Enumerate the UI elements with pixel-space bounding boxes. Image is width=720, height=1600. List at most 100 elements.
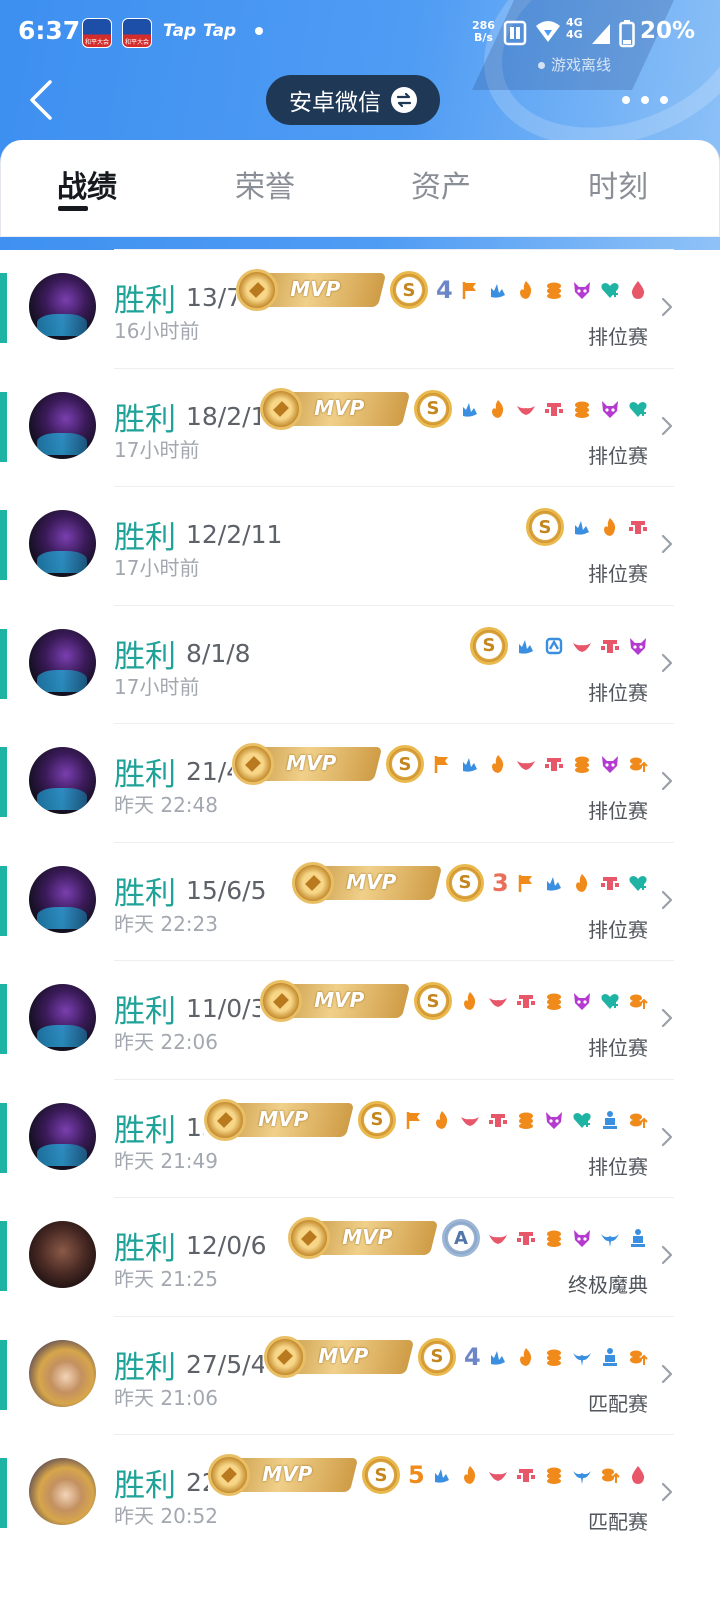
- mvp-label: MVP: [346, 869, 397, 894]
- hero-avatar: [29, 1458, 96, 1525]
- tower-icon: [544, 399, 564, 419]
- heart-icon: [628, 399, 648, 419]
- hero-avatar: [29, 1339, 96, 1407]
- game-mode: 排位赛: [588, 325, 648, 349]
- more-options-icon[interactable]: [622, 85, 668, 115]
- rank-s-medal-icon: S: [414, 982, 452, 1020]
- demon-icon: [572, 991, 592, 1011]
- divider: [114, 367, 674, 369]
- achievement-badges: MVP S: [260, 387, 648, 430]
- chevron-right-icon[interactable]: [660, 1245, 674, 1265]
- tower-icon: [516, 1228, 536, 1248]
- tab-record[interactable]: 战绩: [57, 162, 117, 206]
- mvp-medal-icon: [292, 861, 334, 904]
- chevron-right-icon[interactable]: [660, 771, 674, 791]
- match-time: 昨天 22:48: [114, 793, 218, 817]
- statue-icon: [628, 1228, 648, 1248]
- wing-icon: [460, 1110, 480, 1130]
- account-switch-button[interactable]: 安卓微信: [266, 75, 440, 125]
- achievement-badges: MVP S: [260, 980, 648, 1022]
- achievement-badges: S: [522, 506, 648, 548]
- tower-icon: [516, 1465, 536, 1485]
- mvp-label: MVP: [318, 1343, 369, 1368]
- coins-icon: [572, 754, 592, 774]
- rank-grade: S: [476, 632, 502, 659]
- multi-kill-count: 4: [464, 1342, 481, 1371]
- match-row[interactable]: 胜利 12/2/11 S 17小时前 排位赛: [0, 486, 720, 605]
- heart-icon: [572, 1110, 592, 1130]
- chevron-right-icon[interactable]: [660, 297, 674, 317]
- mobile-network: 4G 4G: [566, 16, 583, 41]
- app-notification-icon: 和平大会: [122, 18, 152, 48]
- demon-icon: [628, 636, 648, 656]
- mvp-label: MVP: [314, 395, 365, 420]
- chevron-right-icon[interactable]: [660, 534, 674, 554]
- network-speed: 286 B/s: [472, 19, 495, 44]
- match-row[interactable]: 胜利 18/2/14 MVP S 17小时前 排位赛: [0, 367, 720, 487]
- match-result: 胜利: [114, 283, 176, 319]
- rank-s-medal-icon: S: [414, 389, 452, 428]
- game-mode: 排位赛: [588, 1154, 648, 1179]
- coinup-icon: [628, 991, 648, 1011]
- win-indicator: [0, 1339, 7, 1410]
- mvp-badge: MVP: [292, 861, 443, 904]
- match-time: 昨天 21:49: [114, 1148, 218, 1173]
- bird-icon: [600, 1228, 620, 1248]
- mvp-medal-icon: [260, 387, 302, 430]
- match-result: 胜利: [114, 1468, 176, 1504]
- battery-icon: [619, 20, 635, 48]
- match-row[interactable]: 胜利 15/0/ MVPS 昨天 21:49 排位赛: [0, 1078, 720, 1198]
- match-row[interactable]: 胜利 12/0/6 MVP A 昨天 21:25 终极魔典: [0, 1197, 720, 1316]
- game-mode: 排位赛: [588, 443, 648, 468]
- tree-icon: [460, 754, 480, 774]
- match-row[interactable]: 胜利 15/6/5 MVP S 3 昨天 22:23 排位赛: [0, 841, 720, 961]
- win-indicator: [0, 984, 7, 1054]
- match-row[interactable]: 胜利 8/1/8 S 17小时前 排位赛: [0, 604, 720, 724]
- match-row[interactable]: 胜利 11/0/3 MVP S 昨天 22:06 排位赛: [0, 960, 720, 1079]
- achievement-badges: MVP S 4: [264, 1335, 648, 1378]
- rank-grade: S: [420, 395, 446, 422]
- rank-grade: S: [424, 1343, 450, 1370]
- match-row[interactable]: 胜利 21/4/1 MVP S 昨天 22:48 排位赛: [0, 723, 720, 842]
- tree2-icon: [544, 636, 564, 656]
- match-result: 胜利: [114, 875, 176, 912]
- fire-icon: [460, 1465, 480, 1485]
- fire-icon: [460, 991, 480, 1011]
- mvp-medal-icon: [236, 269, 278, 311]
- match-time: 昨天 21:25: [114, 1267, 218, 1291]
- drop-icon: [628, 280, 648, 300]
- account-label: 安卓微信: [289, 90, 381, 116]
- kda-score: 12/2/11: [186, 520, 283, 549]
- game-mode: 排位赛: [588, 799, 648, 823]
- heart-icon: [600, 991, 620, 1011]
- match-time: 昨天 20:52: [114, 1504, 218, 1528]
- match-result: 胜利: [114, 757, 176, 793]
- chevron-right-icon[interactable]: [660, 1482, 674, 1502]
- match-row[interactable]: 胜利 27/5/4 MVP S 4 昨天 21:06 匹配赛: [0, 1315, 720, 1435]
- chevron-right-icon[interactable]: [660, 1008, 674, 1028]
- kda-score: 8/1/8: [186, 638, 251, 668]
- game-mode: 匹配赛: [588, 1510, 648, 1534]
- back-arrow-icon[interactable]: [26, 80, 66, 120]
- demon-icon: [572, 280, 592, 300]
- fire-icon: [488, 399, 508, 419]
- tab-honor[interactable]: 荣誉: [235, 162, 295, 206]
- kda-score: 11/0/3: [186, 994, 267, 1023]
- chevron-right-icon[interactable]: [660, 1364, 674, 1384]
- tab-moments[interactable]: 时刻: [588, 162, 648, 206]
- wing-icon: [488, 1465, 508, 1485]
- tab-assets[interactable]: 资产: [411, 162, 471, 206]
- status-time: 6:37: [18, 16, 81, 45]
- fire-icon: [516, 280, 536, 300]
- match-result: 胜利: [114, 994, 176, 1030]
- chevron-right-icon[interactable]: [660, 416, 674, 436]
- coins-icon: [544, 991, 564, 1011]
- chevron-right-icon[interactable]: [660, 653, 674, 673]
- match-row[interactable]: 胜利 13/7/1 MVP S 4 16小时前 排位赛: [0, 249, 720, 368]
- divider: [114, 1078, 674, 1080]
- coinup-icon: [628, 1347, 648, 1367]
- chevron-right-icon[interactable]: [660, 890, 674, 910]
- win-indicator: [0, 391, 7, 462]
- match-row[interactable]: 胜利 22/1/ MVPS5 昨天 20:52 匹配赛: [0, 1434, 720, 1553]
- chevron-right-icon[interactable]: [660, 1127, 674, 1147]
